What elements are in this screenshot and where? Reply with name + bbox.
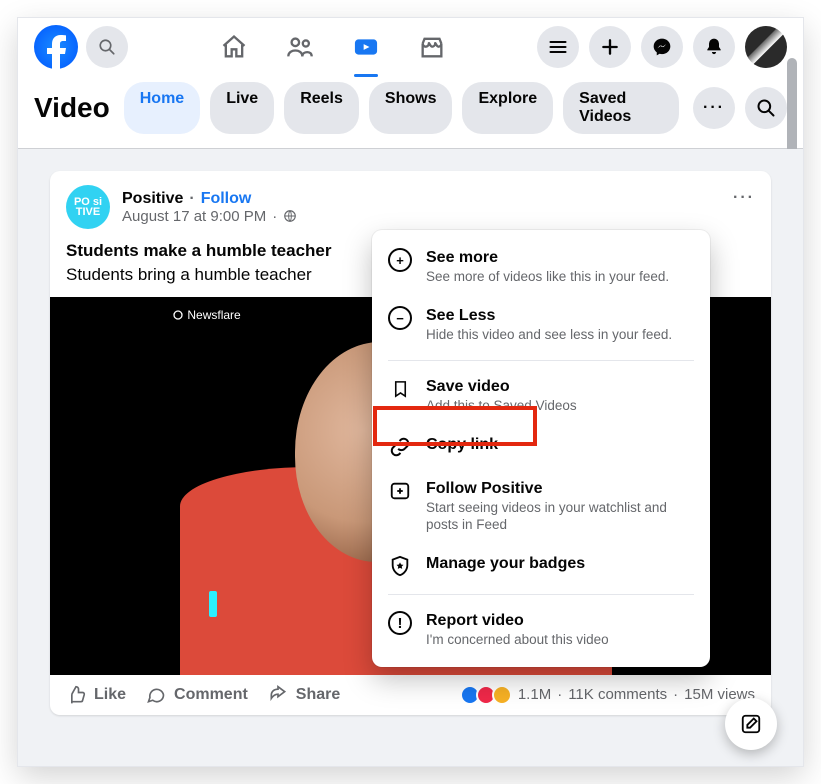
- comment-button[interactable]: Comment: [146, 685, 248, 705]
- chip-home[interactable]: Home: [124, 82, 200, 134]
- chip-reels[interactable]: Reels: [284, 82, 359, 134]
- tab-video[interactable]: [336, 23, 396, 71]
- follow-add-icon: [388, 479, 412, 503]
- comment-icon: [146, 685, 166, 705]
- video-more-button[interactable]: ···: [693, 87, 735, 129]
- video-search-button[interactable]: [745, 87, 787, 129]
- popover-item-follow[interactable]: Follow Positive Start seeing videos in y…: [372, 469, 710, 544]
- popover-item-copy-link[interactable]: Copy link: [372, 425, 710, 469]
- search-icon: [756, 98, 776, 118]
- page-title: Video: [34, 92, 110, 124]
- bookmark-icon: [388, 377, 412, 401]
- home-icon: [220, 33, 248, 61]
- page-avatar[interactable]: PO siTIVE: [66, 185, 110, 229]
- post-options-popover: + See more See more of videos like this …: [372, 230, 710, 667]
- messenger-button[interactable]: [641, 26, 683, 68]
- chip-explore[interactable]: Explore: [462, 82, 553, 134]
- reaction-count: 1.1M: [518, 686, 551, 703]
- scrollbar[interactable]: [787, 58, 797, 163]
- like-button[interactable]: Like: [66, 685, 126, 705]
- nav-right: [537, 26, 787, 68]
- separator-dot: ·: [189, 190, 194, 208]
- plus-icon: [600, 37, 620, 57]
- facebook-logo[interactable]: [34, 25, 78, 69]
- tab-marketplace[interactable]: [402, 23, 462, 71]
- popover-item-save-video[interactable]: Save video Add this to Saved Videos: [372, 367, 710, 425]
- video-watermark: Newsflare: [165, 305, 248, 325]
- messenger-icon: [652, 37, 672, 57]
- notifications-button[interactable]: [693, 26, 735, 68]
- watermark-icon: [173, 310, 183, 320]
- minus-circle-icon: −: [388, 306, 412, 330]
- nav-center-tabs: [136, 23, 529, 71]
- video-filter-chips: Home Live Reels Shows Explore Saved Vide…: [124, 82, 679, 134]
- top-nav: [18, 18, 803, 76]
- plus-circle-icon: +: [388, 248, 412, 272]
- popover-divider: [388, 594, 694, 595]
- video-subnav: Video Home Live Reels Shows Explore Save…: [18, 76, 803, 149]
- compose-icon: [740, 713, 762, 735]
- like-icon: [66, 685, 86, 705]
- compose-fab[interactable]: [725, 698, 777, 750]
- friends-icon: [286, 33, 314, 61]
- tab-friends[interactable]: [270, 23, 330, 71]
- search-button[interactable]: [86, 26, 128, 68]
- page-name[interactable]: Positive: [122, 190, 183, 208]
- badge-icon: [388, 554, 412, 578]
- account-avatar[interactable]: [745, 26, 787, 68]
- share-icon: [268, 685, 288, 705]
- ellipsis-icon: ···: [703, 99, 725, 117]
- post-menu-button[interactable]: ···: [733, 189, 755, 207]
- marketplace-icon: [418, 33, 446, 61]
- menu-icon: [548, 37, 568, 57]
- care-reaction-icon: [492, 685, 512, 705]
- menu-button[interactable]: [537, 26, 579, 68]
- post-timestamp[interactable]: August 17 at 9:00 PM: [122, 208, 266, 225]
- reaction-icons: [464, 685, 512, 705]
- post-header: PO siTIVE Positive · Follow August 17 at…: [50, 171, 771, 233]
- tab-home[interactable]: [204, 23, 264, 71]
- comment-count: 11K comments: [568, 686, 667, 703]
- video-icon: [352, 33, 380, 61]
- create-button[interactable]: [589, 26, 631, 68]
- app-frame: Video Home Live Reels Shows Explore Save…: [18, 18, 803, 766]
- chip-shows[interactable]: Shows: [369, 82, 453, 134]
- share-button[interactable]: Share: [268, 685, 340, 705]
- popover-item-see-more[interactable]: + See more See more of videos like this …: [372, 238, 710, 296]
- globe-icon: [283, 209, 297, 223]
- popover-item-see-less[interactable]: − See Less Hide this video and see less …: [372, 296, 710, 354]
- report-icon: !: [388, 611, 412, 635]
- video-progress-indicator[interactable]: [209, 591, 217, 617]
- link-icon: [388, 435, 412, 459]
- chip-saved-videos[interactable]: Saved Videos: [563, 82, 679, 134]
- popover-divider: [388, 360, 694, 361]
- popover-item-report[interactable]: ! Report video I'm concerned about this …: [372, 601, 710, 659]
- follow-link[interactable]: Follow: [201, 190, 252, 208]
- reaction-summary[interactable]: 1.1M · 11K comments · 15M views: [464, 685, 755, 705]
- popover-item-manage-badges[interactable]: Manage your badges: [372, 544, 710, 588]
- post-actions: Like Comment Share 1.1M: [50, 675, 771, 715]
- bell-icon: [704, 37, 724, 57]
- chip-live[interactable]: Live: [210, 82, 274, 134]
